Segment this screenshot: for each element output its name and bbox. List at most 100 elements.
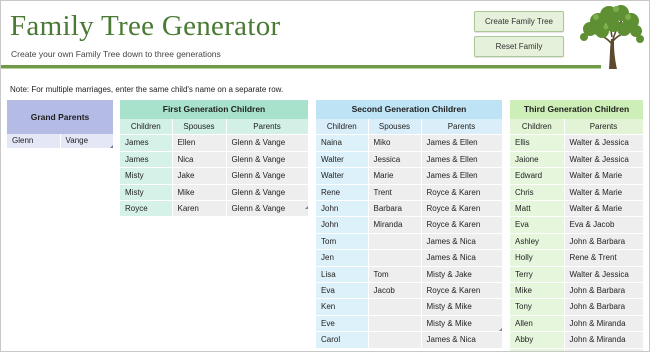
- spouse-cell[interactable]: Jessica: [368, 151, 422, 169]
- child-cell[interactable]: Misty: [120, 184, 173, 202]
- table-row: Chris Walter & Marie: [510, 184, 644, 202]
- column-header-parents: Parents: [226, 119, 309, 136]
- child-cell[interactable]: John: [316, 216, 369, 234]
- child-cell[interactable]: Lisa: [316, 266, 369, 284]
- parents-cell[interactable]: Royce & Karen: [421, 216, 503, 234]
- table-row: Edward Walter & Marie: [510, 167, 644, 185]
- child-cell[interactable]: Terry: [510, 266, 565, 284]
- spouse-cell[interactable]: [368, 233, 422, 251]
- parents-cell[interactable]: Glenn & Vange: [226, 200, 309, 218]
- child-cell[interactable]: Matt: [510, 200, 565, 218]
- grandparent-cell[interactable]: Glenn: [7, 134, 61, 149]
- parents-cell[interactable]: Walter & Marie: [564, 184, 644, 202]
- parents-cell[interactable]: James & Ellen: [421, 167, 503, 185]
- spouse-cell[interactable]: Jacob: [368, 282, 422, 300]
- spouse-cell[interactable]: Nica: [172, 151, 227, 169]
- child-cell[interactable]: Edward: [510, 167, 565, 185]
- parents-cell[interactable]: Royce & Karen: [421, 184, 503, 202]
- child-cell[interactable]: Ken: [316, 298, 369, 316]
- child-cell[interactable]: Chris: [510, 184, 565, 202]
- table-resize-handle[interactable]: [110, 145, 113, 148]
- parents-cell[interactable]: James & Nica: [421, 249, 503, 267]
- child-cell[interactable]: Tom: [316, 233, 369, 251]
- child-cell[interactable]: Jen: [316, 249, 369, 267]
- parents-cell[interactable]: Walter & Jessica: [564, 266, 644, 284]
- table-row: John Miranda Royce & Karen: [316, 216, 503, 234]
- child-cell[interactable]: Abby: [510, 331, 565, 349]
- table-row: Terry Walter & Jessica: [510, 266, 644, 284]
- create-family-tree-button[interactable]: Create Family Tree: [474, 11, 564, 32]
- child-cell[interactable]: John: [316, 200, 369, 218]
- parents-cell[interactable]: Eva & Jacob: [564, 216, 644, 234]
- spouse-cell[interactable]: Trent: [368, 184, 422, 202]
- spouse-cell[interactable]: Mike: [172, 184, 227, 202]
- reset-family-button[interactable]: Reset Family: [474, 36, 564, 57]
- parents-cell[interactable]: Glenn & Vange: [226, 184, 309, 202]
- child-cell[interactable]: Holly: [510, 249, 565, 267]
- spouse-cell[interactable]: Jake: [172, 167, 227, 185]
- parents-cell[interactable]: Glenn & Vange: [226, 134, 309, 152]
- child-cell[interactable]: James: [120, 134, 173, 152]
- parents-cell[interactable]: Misty & Jake: [421, 266, 503, 284]
- parents-cell[interactable]: Misty & Mike: [421, 298, 503, 316]
- child-cell[interactable]: Eva: [510, 216, 565, 234]
- tree-icon: [580, 5, 644, 69]
- parents-cell[interactable]: Glenn & Vange: [226, 151, 309, 169]
- parents-cell[interactable]: Royce & Karen: [421, 200, 503, 218]
- spouse-cell[interactable]: [368, 331, 422, 349]
- parents-cell[interactable]: Eva & Jacob: [564, 348, 644, 351]
- parents-cell[interactable]: James & Ellen: [421, 134, 503, 152]
- spouse-cell[interactable]: [368, 315, 422, 333]
- column-header-spouses: Spouses: [172, 119, 227, 136]
- child-cell[interactable]: Kevin: [510, 348, 565, 351]
- spouse-cell[interactable]: Karen: [172, 200, 227, 218]
- child-cell[interactable]: Eva: [316, 282, 369, 300]
- child-cell[interactable]: Carol: [316, 331, 369, 349]
- parents-cell[interactable]: Walter & Jessica: [564, 134, 644, 152]
- parents-cell[interactable]: James & Nica: [421, 331, 503, 349]
- child-cell[interactable]: Naina: [316, 134, 369, 152]
- parents-cell[interactable]: James & Nica: [421, 233, 503, 251]
- parents-cell[interactable]: John & Barbara: [564, 282, 644, 300]
- child-cell[interactable]: Royce: [120, 200, 173, 218]
- parents-cell[interactable]: Glenn & Vange: [226, 167, 309, 185]
- spouse-cell[interactable]: Marie: [368, 167, 422, 185]
- spouse-cell[interactable]: Miko: [368, 134, 422, 152]
- child-cell[interactable]: Misty: [120, 167, 173, 185]
- table-resize-handle[interactable]: [305, 206, 308, 209]
- table-resize-handle[interactable]: [499, 328, 502, 331]
- parents-cell[interactable]: John & Barbara: [564, 233, 644, 251]
- parents-cell[interactable]: John & Miranda: [564, 315, 644, 333]
- child-cell[interactable]: Walter: [316, 151, 369, 169]
- parents-cell[interactable]: Rene & Trent: [564, 249, 644, 267]
- table-row: Jaione Walter & Jessica: [510, 151, 644, 169]
- spouse-cell[interactable]: Tom: [368, 266, 422, 284]
- child-cell[interactable]: Rene: [316, 184, 369, 202]
- parents-cell[interactable]: James & Ellen: [421, 151, 503, 169]
- parents-cell[interactable]: John & Miranda: [564, 331, 644, 349]
- child-cell[interactable]: Walter: [316, 167, 369, 185]
- child-cell[interactable]: Mike: [510, 282, 565, 300]
- child-cell[interactable]: Eve: [316, 315, 369, 333]
- third-generation-title: Third Generation Children: [510, 100, 643, 119]
- spouse-cell[interactable]: [368, 249, 422, 267]
- child-cell[interactable]: Allen: [510, 315, 565, 333]
- child-cell[interactable]: Jaione: [510, 151, 565, 169]
- spouse-cell[interactable]: Ellen: [172, 134, 227, 152]
- grandparent-cell[interactable]: Vange: [60, 134, 114, 149]
- spouse-cell[interactable]: Barbara: [368, 200, 422, 218]
- child-cell[interactable]: Ashley: [510, 233, 565, 251]
- child-cell[interactable]: Tony: [510, 298, 565, 316]
- child-cell[interactable]: James: [120, 151, 173, 169]
- parents-cell[interactable]: Walter & Jessica: [564, 151, 644, 169]
- parents-cell[interactable]: Walter & Marie: [564, 200, 644, 218]
- table-row: John Barbara Royce & Karen: [316, 200, 503, 218]
- grand-parents-title: Grand Parents: [7, 100, 113, 134]
- parents-cell[interactable]: John & Barbara: [564, 298, 644, 316]
- parents-cell[interactable]: Misty & Mike: [421, 315, 503, 333]
- spouse-cell[interactable]: Miranda: [368, 216, 422, 234]
- parents-cell[interactable]: Royce & Karen: [421, 282, 503, 300]
- child-cell[interactable]: Ellis: [510, 134, 565, 152]
- spouse-cell[interactable]: [368, 298, 422, 316]
- parents-cell[interactable]: Walter & Marie: [564, 167, 644, 185]
